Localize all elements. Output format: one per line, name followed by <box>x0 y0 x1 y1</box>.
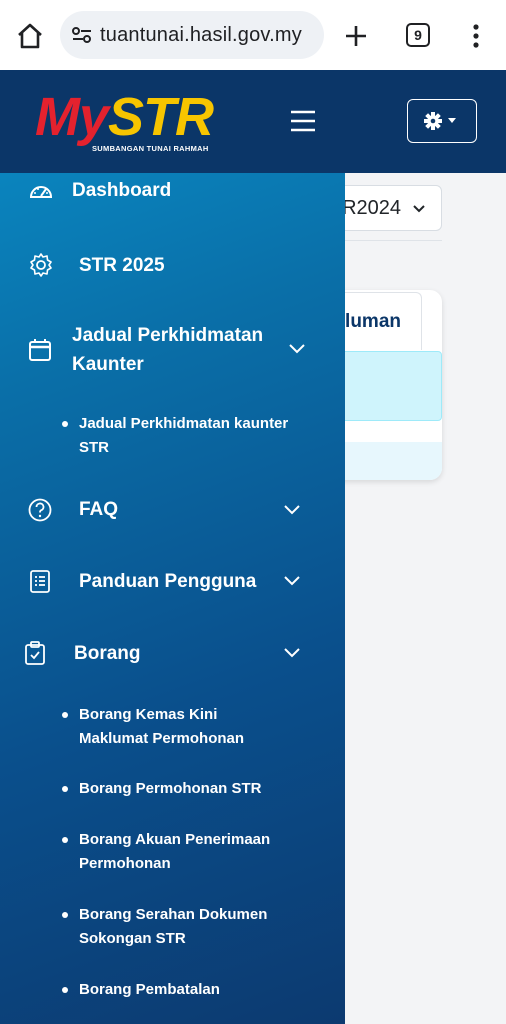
chevron-down-icon <box>284 505 300 515</box>
bullet-icon <box>62 912 68 918</box>
sidebar-item-label: Dashboard <box>72 180 172 201</box>
sidebar-subitem-label: Borang Permohonan STR <box>79 780 262 797</box>
tab-switcher-button[interactable]: 9 <box>406 23 430 47</box>
gear-icon <box>30 253 52 277</box>
logo-subtitle: SUMBANGAN TUNAI RAHMAH <box>92 144 209 153</box>
url-text: tuantunai.hasil.gov.my <box>100 23 302 46</box>
sidebar-item-label: Borang <box>74 643 141 664</box>
sidebar-menu: MySTR SUMBANGAN TUNAI RAHMAH Dashboard S… <box>0 70 345 1024</box>
sidebar-subitem-label: Borang Pembatalan <box>79 981 220 998</box>
chevron-down-icon <box>289 344 305 354</box>
clipboard-check-icon <box>25 641 45 665</box>
chevron-down-icon <box>284 576 300 586</box>
sidebar-brand: MySTR SUMBANGAN TUNAI RAHMAH <box>0 70 345 173</box>
sidebar-item-label: Panduan Pengguna <box>79 571 257 592</box>
sidebar-subitem-label: Jadual Perkhidmatan kaunter STR <box>79 415 289 456</box>
bullet-icon <box>62 712 68 718</box>
bullet-icon <box>62 421 68 427</box>
address-bar[interactable]: tuantunai.hasil.gov.my <box>60 11 324 59</box>
more-options-icon[interactable] <box>466 22 486 50</box>
question-circle-icon <box>28 498 52 522</box>
calendar-icon <box>29 339 51 361</box>
dashboard-icon <box>29 186 53 198</box>
bullet-icon <box>62 987 68 993</box>
site-settings-icon[interactable] <box>70 23 94 47</box>
chevron-down-icon <box>284 648 300 658</box>
bullet-icon <box>62 786 68 792</box>
sidebar-item-label: Jadual Perkhidmatan Kaunter <box>72 325 264 375</box>
sidebar-subitem-label: Borang Kemas Kini Maklumat Permohonan <box>79 706 245 747</box>
settings-dropdown-button[interactable] <box>407 99 477 143</box>
year-select-value: R2024 <box>342 196 401 219</box>
chevron-down-icon <box>413 205 425 213</box>
document-list-icon <box>30 570 50 593</box>
hamburger-menu-icon[interactable] <box>290 110 316 132</box>
home-icon[interactable] <box>14 20 46 52</box>
bullet-icon <box>62 837 68 843</box>
gear-icon <box>424 112 456 130</box>
sidebar-item-label: STR 2025 <box>79 255 165 276</box>
mystr-logo[interactable]: MySTR SUMBANGAN TUNAI RAHMAH <box>30 87 220 158</box>
browser-toolbar: tuantunai.hasil.gov.my 9 <box>0 0 506 70</box>
sidebar-item-label: FAQ <box>79 499 119 520</box>
sidebar-subitem-label: Borang Serahan Dokumen Sokongan STR <box>79 906 268 947</box>
new-tab-icon[interactable] <box>342 22 370 50</box>
sidebar-subitem-label: Borang Akuan Penerimaan Permohonan <box>79 831 271 872</box>
